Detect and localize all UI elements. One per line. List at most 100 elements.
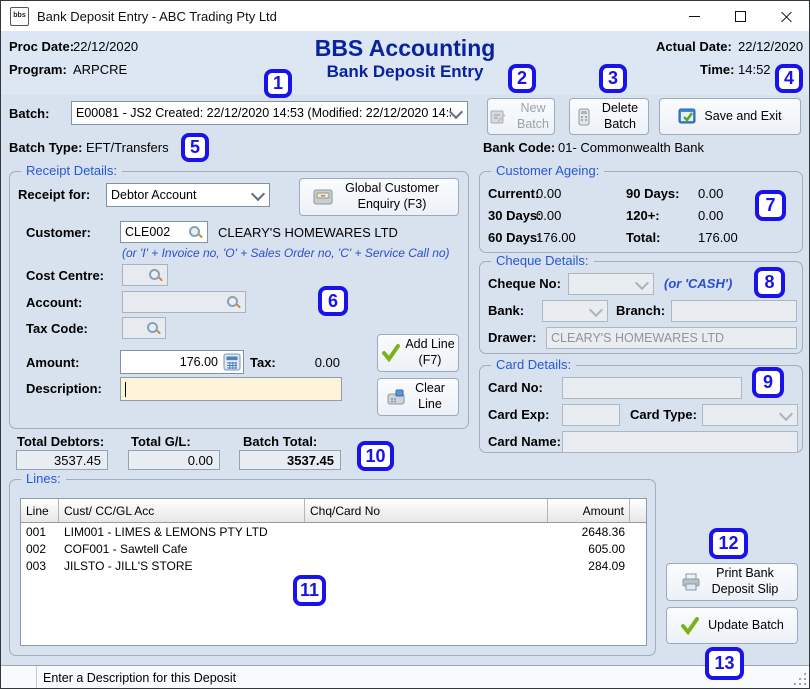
card-type-select <box>702 404 798 426</box>
receipt-details-title: Receipt Details: <box>21 163 122 178</box>
add-line-button[interactable]: Add Line (F7) <box>377 334 459 372</box>
lines-table-header: Line Cust/ CC/GL Acc Chq/Card No Amount <box>21 499 646 523</box>
row-account: LIM001 - LIMES & LEMONS PTY LTD <box>59 525 305 539</box>
row-line-no: 002 <box>21 542 59 556</box>
total-debtors-label: Total Debtors: <box>17 434 104 449</box>
update-batch-label: Update Batch <box>708 618 784 634</box>
tax-code-input[interactable] <box>122 317 166 339</box>
annotation-badge-7: 7 <box>755 190 786 221</box>
ageing-120plus-label: 120+: <box>626 208 660 223</box>
add-line-check-icon <box>381 344 401 362</box>
title-bar[interactable]: bbs Bank Deposit Entry - ABC Trading Pty… <box>1 1 809 31</box>
update-batch-button[interactable]: Update Batch <box>666 607 798 644</box>
time-label: Time: <box>700 62 734 77</box>
ageing-30days-label: 30 Days: <box>488 208 541 223</box>
ageing-90days-value: 0.00 <box>698 186 723 201</box>
customer-lookup-icon[interactable] <box>188 225 203 240</box>
cost-centre-input[interactable] <box>122 264 168 286</box>
delete-batch-icon <box>576 108 592 126</box>
tax-code-label: Tax Code: <box>26 321 88 336</box>
batch-label: Batch: <box>9 106 49 121</box>
receipt-for-value: Debtor Account <box>111 188 196 202</box>
clear-line-button[interactable]: Clear Line <box>377 378 459 416</box>
batch-total-value: 3537.45 <box>239 450 341 470</box>
amount-input[interactable]: 176.00 <box>120 350 244 374</box>
ageing-current-value: 0.00 <box>536 186 561 201</box>
chevron-down-icon <box>779 406 793 420</box>
delete-batch-button[interactable]: Delete Batch <box>569 98 649 135</box>
status-message: Enter a Description for this Deposit <box>37 671 236 685</box>
clear-line-label: Clear Line <box>410 381 450 412</box>
actual-date-value: 22/12/2020 <box>738 39 803 54</box>
annotation-badge-4: 4 <box>775 64 803 93</box>
resize-grip[interactable] <box>794 673 806 685</box>
account-input[interactable] <box>122 291 246 313</box>
cheque-no-select <box>568 273 654 295</box>
account-label: Account: <box>26 295 82 310</box>
customer-code-value: CLE002 <box>125 225 170 239</box>
status-bar-left-cell <box>1 666 37 689</box>
total-gl-value: 0.00 <box>128 450 220 470</box>
minimize-button[interactable] <box>671 1 717 31</box>
annotation-badge-9: 9 <box>752 367 784 398</box>
calculator-icon[interactable] <box>223 353 241 371</box>
card-type-label: Card Type: <box>630 407 697 422</box>
close-icon <box>781 11 792 22</box>
card-exp-input <box>562 404 620 426</box>
or-cash-hint: (or 'CASH') <box>664 276 732 291</box>
lines-table: Line Cust/ CC/GL Acc Chq/Card No Amount … <box>20 498 647 646</box>
cabinet-icon <box>313 189 333 205</box>
col-account: Cust/ CC/GL Acc <box>59 499 305 522</box>
table-row[interactable]: 002 COF001 - Sawtell Cafe 605.00 <box>21 540 646 557</box>
row-account: JILSTO - JILL'S STORE <box>59 559 305 573</box>
batch-type-label: Batch Type: <box>9 140 82 155</box>
cost-centre-label: Cost Centre: <box>26 268 104 283</box>
account-lookup-icon[interactable] <box>226 295 241 310</box>
global-customer-enquiry-label: Global Customer Enquiry (F3) <box>339 181 445 212</box>
table-row[interactable]: 003 JILSTO - JILL'S STORE 284.09 <box>21 557 646 574</box>
receipt-for-select[interactable]: Debtor Account <box>106 183 270 207</box>
ageing-60days-value: 176.00 <box>536 230 576 245</box>
minimize-icon <box>689 16 700 17</box>
cheque-bank-label: Bank: <box>488 303 524 318</box>
cheque-branch-label: Branch: <box>616 303 665 318</box>
cost-centre-lookup-icon[interactable] <box>148 268 163 283</box>
customer-name: CLEARY'S HOMEWARES LTD <box>218 225 398 240</box>
new-batch-button: New Batch <box>487 98 555 135</box>
card-name-input <box>562 431 798 453</box>
delete-batch-label: Delete Batch <box>598 101 642 132</box>
description-input[interactable] <box>120 377 342 401</box>
col-chq-card-no: Chq/Card No <box>305 499 548 522</box>
total-debtors-value: 3537.45 <box>16 450 108 470</box>
printer-icon <box>681 573 701 591</box>
ageing-total-value: 176.00 <box>698 230 738 245</box>
ageing-total-label: Total: <box>626 230 660 245</box>
status-bar: Enter a Description for this Deposit <box>1 665 809 689</box>
receipt-details-group: Receipt Details: Receipt for: Debtor Acc… <box>9 171 469 429</box>
global-customer-enquiry-button[interactable]: Global Customer Enquiry (F3) <box>299 178 459 216</box>
annotation-badge-13: 13 <box>705 647 744 680</box>
row-line-no: 003 <box>21 559 59 573</box>
batch-select[interactable]: E00081 - JS2 Created: 22/12/2020 14:53 (… <box>71 101 468 125</box>
cheque-drawer-input: CLEARY'S HOMEWARES LTD <box>546 327 797 349</box>
window-title: Bank Deposit Entry - ABC Trading Pty Ltd <box>37 9 277 24</box>
app-window: bbs Bank Deposit Entry - ABC Trading Pty… <box>0 0 810 689</box>
tax-code-lookup-icon[interactable] <box>146 321 161 336</box>
app-icon: bbs <box>10 7 29 26</box>
row-amount: 605.00 <box>548 542 630 556</box>
save-and-exit-button[interactable]: Save and Exit <box>659 98 801 135</box>
customer-code-input[interactable]: CLE002 <box>120 221 208 243</box>
close-button[interactable] <box>763 1 809 31</box>
annotation-badge-11: 11 <box>293 575 326 606</box>
save-exit-icon <box>678 108 698 126</box>
maximize-button[interactable] <box>717 1 763 31</box>
chevron-down-icon <box>449 104 463 118</box>
amount-label: Amount: <box>26 355 79 370</box>
table-row[interactable]: 001 LIM001 - LIMES & LEMONS PTY LTD 2648… <box>21 523 646 540</box>
update-batch-check-icon <box>680 617 700 635</box>
card-exp-label: Card Exp: <box>488 407 549 422</box>
new-batch-icon <box>489 108 507 126</box>
print-bank-deposit-slip-button[interactable]: Print Bank Deposit Slip <box>666 563 798 601</box>
tax-value: 0.00 <box>295 355 340 370</box>
description-label: Description: <box>26 381 102 396</box>
